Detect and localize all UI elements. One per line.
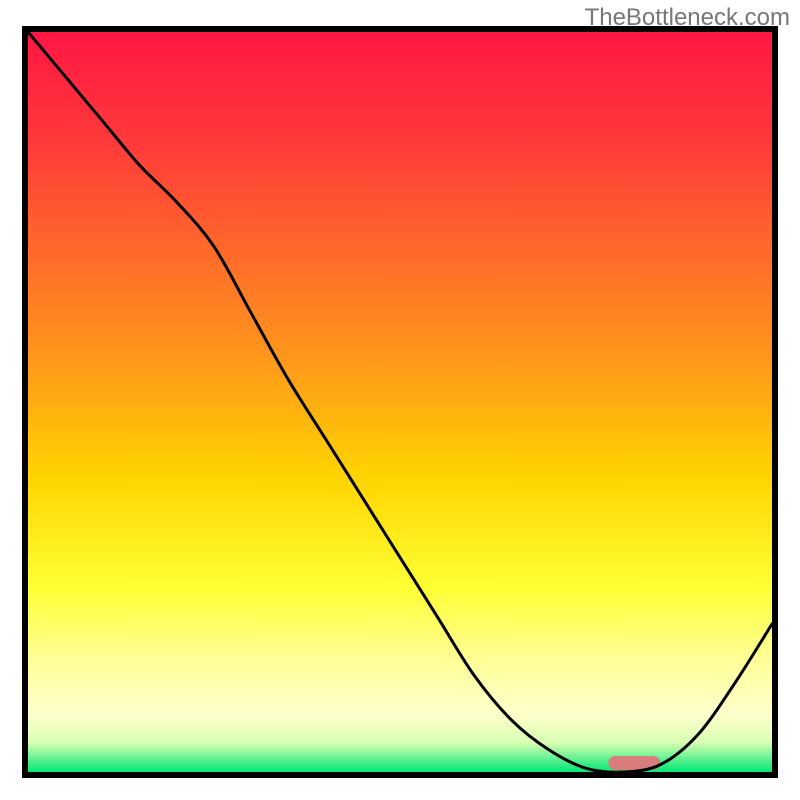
chart-container: TheBottleneck.com [0, 0, 800, 800]
plot-background [28, 32, 772, 772]
watermark-text: TheBottleneck.com [585, 4, 790, 32]
bottleneck-chart [0, 0, 800, 800]
